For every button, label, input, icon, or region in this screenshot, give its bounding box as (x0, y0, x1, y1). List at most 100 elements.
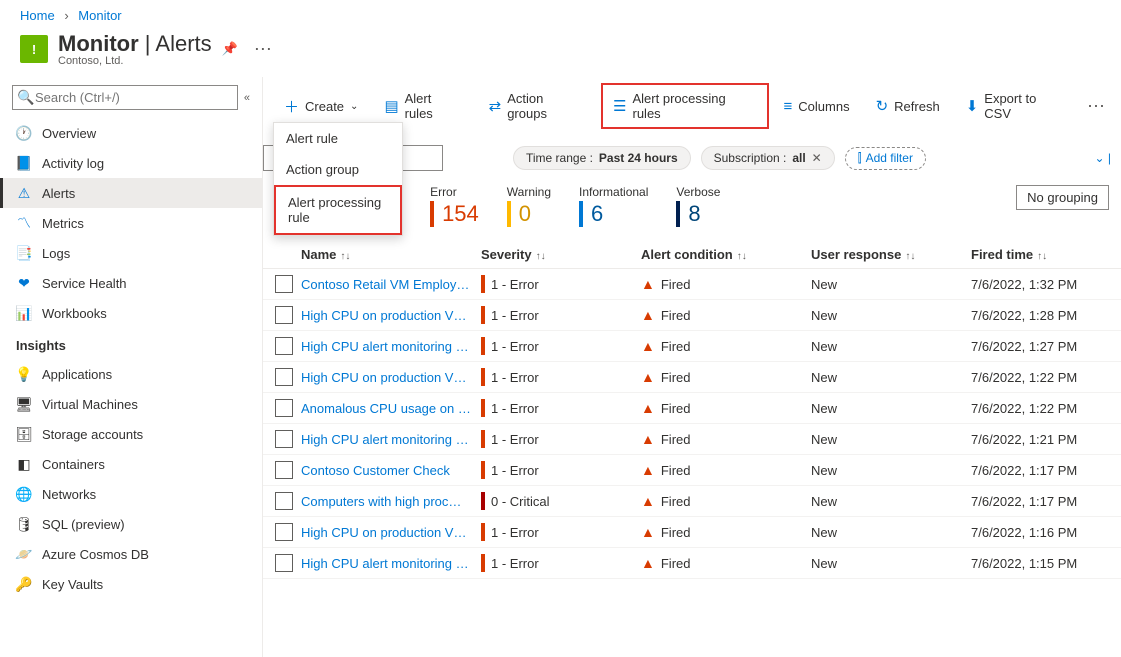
columns-button[interactable]: ≡Columns (773, 91, 861, 122)
refresh-button[interactable]: ↻Refresh (865, 90, 951, 122)
sidebar-item-metrics[interactable]: 〽Metrics (0, 208, 262, 238)
action-groups-button[interactable]: ⇄Action groups (478, 84, 597, 128)
alert-name-link[interactable]: High CPU alert monitoring … (301, 432, 471, 447)
alert-name-link[interactable]: High CPU on production V… (301, 308, 471, 323)
row-checkbox[interactable] (275, 430, 293, 448)
severity-cell: 1 - Error (481, 430, 641, 448)
table-row[interactable]: High CPU alert monitoring … 1 - Error ▲F… (263, 548, 1121, 579)
alert-name-link[interactable]: Contoso Customer Check (301, 463, 471, 478)
warning-icon: ▲ (641, 307, 655, 323)
filter-subscription[interactable]: Subscription : all ✕ (701, 146, 835, 170)
row-checkbox[interactable] (275, 554, 293, 572)
table-row[interactable]: High CPU alert monitoring … 1 - Error ▲F… (263, 424, 1121, 455)
row-checkbox[interactable] (275, 461, 293, 479)
row-checkbox[interactable] (275, 337, 293, 355)
menu-alert-rule[interactable]: Alert rule (274, 123, 402, 154)
table-row[interactable]: High CPU alert monitoring … 1 - Error ▲F… (263, 331, 1121, 362)
alert-name-link[interactable]: High CPU alert monitoring … (301, 339, 471, 354)
close-icon[interactable]: ✕ (812, 151, 822, 165)
sidebar-item-service-health[interactable]: ❤Service Health (0, 268, 262, 298)
menu-alert-processing-rule[interactable]: Alert processing rule (274, 185, 402, 235)
toolbar-more-icon[interactable]: ⋯ (1081, 96, 1111, 117)
table-row[interactable]: High CPU on production V… 1 - Error ▲Fir… (263, 362, 1121, 393)
alert-name-link[interactable]: Anomalous CPU usage on … (301, 401, 471, 416)
row-checkbox[interactable] (275, 306, 293, 324)
sidebar-item-workbooks[interactable]: 📊Workbooks (0, 298, 262, 328)
response-cell: New (811, 308, 971, 323)
response-cell: New (811, 463, 971, 478)
fired-time-cell: 7/6/2022, 1:16 PM (971, 525, 1091, 540)
row-checkbox[interactable] (275, 399, 293, 417)
row-checkbox[interactable] (275, 492, 293, 510)
breadcrumb-current[interactable]: Monitor (78, 8, 121, 23)
fired-time-cell: 7/6/2022, 1:22 PM (971, 370, 1091, 385)
sidebar-item-overview[interactable]: 🕐Overview (0, 118, 262, 148)
fired-time-cell: 7/6/2022, 1:17 PM (971, 494, 1091, 509)
col-response[interactable]: User response↑↓ (811, 247, 971, 262)
menu-action-group[interactable]: Action group (274, 154, 402, 185)
sidebar-item-key-vaults[interactable]: 🔑Key Vaults (0, 569, 262, 599)
sidebar-item-virtual-machines[interactable]: 🖥Virtual Machines (0, 389, 262, 419)
sidebar: 🔍 « 🕐Overview📘Activity log⚠Alerts〽Metric… (0, 77, 263, 657)
col-condition[interactable]: Alert condition↑↓ (641, 247, 811, 262)
sidebar-item-applications[interactable]: 💡Applications (0, 359, 262, 389)
severity-bar-icon (481, 399, 485, 417)
export-button[interactable]: ⬇Export to CSV (955, 84, 1077, 128)
alert-name-link[interactable]: Computers with high proc… (301, 494, 471, 509)
filter-timerange[interactable]: Time range : Past 24 hours (513, 146, 691, 170)
fired-time-cell: 7/6/2022, 1:27 PM (971, 339, 1091, 354)
alert-name-link[interactable]: Contoso Retail VM Employ… (301, 277, 471, 292)
table-row[interactable]: High CPU on production V… 1 - Error ▲Fir… (263, 517, 1121, 548)
table-row[interactable]: Contoso Retail VM Employ… 1 - Error ▲Fir… (263, 269, 1121, 300)
search-input[interactable] (12, 85, 238, 110)
severity-bar-icon (481, 492, 485, 510)
warning-icon: ▲ (641, 524, 655, 540)
nav-icon: 🌐 (16, 486, 32, 502)
sidebar-item-label: Workbooks (42, 306, 107, 321)
create-button[interactable]: ＋ Create ⌄ (273, 89, 369, 124)
alert-processing-rules-button[interactable]: ☰Alert processing rules (601, 83, 768, 129)
stat-verbose[interactable]: Verbose8 (676, 185, 720, 227)
condition-cell: ▲Fired (641, 493, 811, 509)
page-title: Monitor | Alerts (58, 31, 212, 57)
alert-name-link[interactable]: High CPU alert monitoring … (301, 556, 471, 571)
expand-icon[interactable]: ⌄ | (1094, 151, 1111, 165)
alert-name-link[interactable]: High CPU on production V… (301, 525, 471, 540)
sidebar-item-activity-log[interactable]: 📘Activity log (0, 148, 262, 178)
stat-error[interactable]: Error154 (430, 185, 479, 227)
sidebar-item-logs[interactable]: 📑Logs (0, 238, 262, 268)
pin-icon[interactable]: 📌 (222, 41, 238, 57)
sidebar-item-label: Metrics (42, 216, 84, 231)
severity-bar-icon (481, 368, 485, 386)
row-checkbox[interactable] (275, 368, 293, 386)
table-row[interactable]: Anomalous CPU usage on … 1 - Error ▲Fire… (263, 393, 1121, 424)
grouping-dropdown[interactable]: No grouping (1016, 185, 1109, 210)
sidebar-item-alerts[interactable]: ⚠Alerts (0, 178, 262, 208)
nav-icon: 🕐 (16, 125, 32, 141)
alert-name-link[interactable]: High CPU on production V… (301, 370, 471, 385)
groups-icon: ⇄ (489, 97, 502, 115)
sidebar-item-storage-accounts[interactable]: 🗄Storage accounts (0, 419, 262, 449)
col-name[interactable]: Name↑↓ (301, 247, 481, 262)
table-row[interactable]: Computers with high proc… 0 - Critical ▲… (263, 486, 1121, 517)
condition-cell: ▲Fired (641, 276, 811, 292)
sidebar-item-sql--preview-[interactable]: 🛢SQL (preview) (0, 509, 262, 539)
table-row[interactable]: High CPU on production V… 1 - Error ▲Fir… (263, 300, 1121, 331)
col-severity[interactable]: Severity↑↓ (481, 247, 641, 262)
table-header: Name↑↓ Severity↑↓ Alert condition↑↓ User… (263, 241, 1121, 269)
sidebar-item-networks[interactable]: 🌐Networks (0, 479, 262, 509)
collapse-sidebar-icon[interactable]: « (244, 92, 250, 104)
row-checkbox[interactable] (275, 523, 293, 541)
stat-informational[interactable]: Informational6 (579, 185, 648, 227)
table-row[interactable]: Contoso Customer Check 1 - Error ▲Fired … (263, 455, 1121, 486)
stat-warning[interactable]: Warning0 (507, 185, 551, 227)
breadcrumb-home[interactable]: Home (20, 8, 55, 23)
more-icon[interactable]: ⋯ (248, 39, 278, 60)
sidebar-item-azure-cosmos-db[interactable]: 🪐Azure Cosmos DB (0, 539, 262, 569)
response-cell: New (811, 432, 971, 447)
add-filter-button[interactable]: ⫿Add filter (845, 147, 926, 170)
sidebar-item-containers[interactable]: ◧Containers (0, 449, 262, 479)
row-checkbox[interactable] (275, 275, 293, 293)
sort-icon: ↑↓ (905, 251, 915, 262)
col-fired[interactable]: Fired time↑↓ (971, 247, 1091, 262)
